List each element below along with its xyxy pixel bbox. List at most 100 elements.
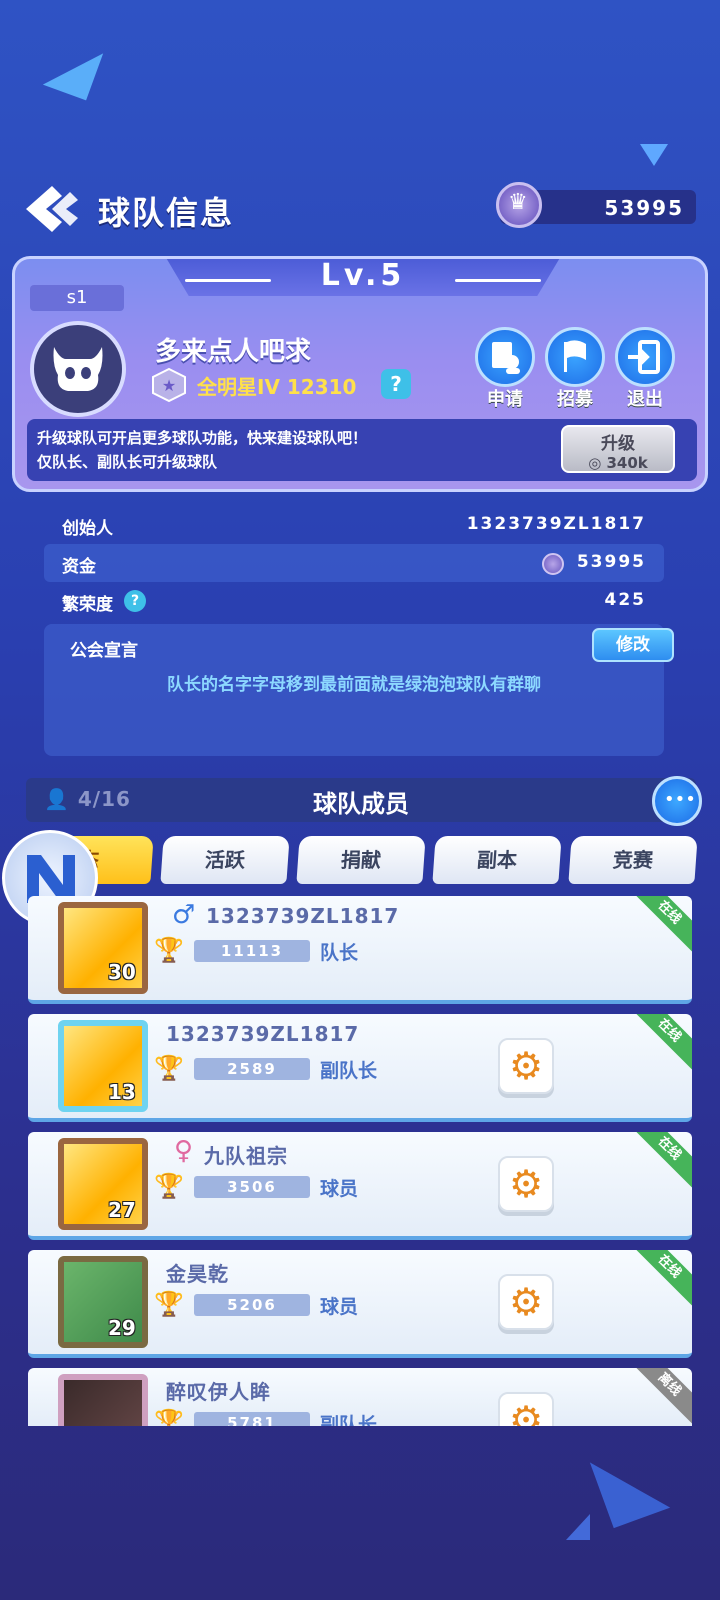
apply-icon bbox=[492, 342, 520, 374]
announcement-panel: 公会宣言 修改 队长的名字字母移到最前面就是绿泡泡球队有群聊 bbox=[44, 624, 674, 756]
member-level: 13 bbox=[108, 1080, 136, 1104]
member-name: 1323739ZL1817 bbox=[206, 904, 400, 928]
prosperity-label: 繁荣度 bbox=[62, 595, 113, 615]
exit-icon bbox=[628, 340, 660, 374]
tab-donation[interactable]: 捐献 bbox=[296, 836, 426, 884]
currency-display: 53995 bbox=[496, 182, 696, 228]
members-title: 球队成员 bbox=[313, 790, 409, 818]
upgrade-cost: ◎ 340k bbox=[588, 454, 648, 472]
members-header: 👤 4/16 球队成员 bbox=[26, 778, 696, 822]
member-name: 醉叹伊人眸 bbox=[166, 1380, 271, 1404]
apply-label: 申请 bbox=[487, 389, 523, 410]
announcement-text: 队长的名字字母移到最前面就是绿泡泡球队有群聊 bbox=[167, 675, 541, 695]
member-role: 球员 bbox=[320, 1178, 359, 1200]
funds-label: 资金 bbox=[62, 557, 96, 577]
member-level: 27 bbox=[108, 1198, 136, 1222]
back-button[interactable] bbox=[22, 182, 84, 236]
decor-triangle bbox=[42, 37, 104, 101]
team-rank: 全明星IV 12310 bbox=[197, 375, 357, 399]
rank-badge-icon: ★ bbox=[149, 367, 189, 403]
trophy-icon: 🏆 bbox=[154, 1290, 184, 1318]
gear-icon[interactable]: ⚙ bbox=[498, 1392, 554, 1426]
team-info-card: Lv.5 s1 多来点人吧求 ★ 全明星IV 12310 ? 申请 招募 退出 … bbox=[12, 256, 708, 492]
recruit-button[interactable] bbox=[545, 327, 605, 387]
tab-competition[interactable]: 竞赛 bbox=[568, 836, 698, 884]
prosperity-row: 繁荣度 ? 425 bbox=[44, 582, 664, 620]
founder-label: 创始人 bbox=[62, 519, 113, 539]
announcement-title: 公会宣言 bbox=[70, 641, 138, 661]
chat-button[interactable] bbox=[652, 776, 702, 826]
founder-row: 创始人 1323739ZL1817 bbox=[44, 506, 664, 544]
team-name: 多来点人吧求 bbox=[155, 337, 312, 367]
founder-value: 1323739ZL1817 bbox=[466, 514, 646, 534]
decor-triangle bbox=[640, 144, 668, 166]
status-badge: 在线 bbox=[629, 1250, 692, 1307]
member-score: 2589 bbox=[194, 1058, 310, 1080]
svg-text:★: ★ bbox=[162, 376, 176, 395]
funds-value: 53995 bbox=[576, 552, 646, 572]
gear-icon[interactable]: ⚙ bbox=[498, 1038, 554, 1094]
status-badge: 在线 bbox=[629, 1014, 692, 1071]
male-icon: ♂ bbox=[172, 900, 196, 930]
team-avatar bbox=[30, 321, 126, 417]
trophy-icon: 🏆 bbox=[154, 1408, 184, 1426]
member-score: 11113 bbox=[194, 940, 310, 962]
upgrade-button[interactable]: 升级 ◎ 340k bbox=[561, 425, 675, 473]
member-score: 5206 bbox=[194, 1294, 310, 1316]
edit-announcement-button[interactable]: 修改 bbox=[592, 628, 674, 662]
crown-coin-icon bbox=[542, 553, 564, 575]
status-badge: 在线 bbox=[629, 896, 692, 953]
recruit-label: 招募 bbox=[557, 389, 593, 410]
team-level: Lv.5 bbox=[320, 258, 406, 293]
member-role: 副队长 bbox=[320, 1060, 378, 1082]
member-score: 5781 bbox=[194, 1412, 310, 1426]
banner-line bbox=[455, 279, 541, 282]
status-badge: 在线 bbox=[629, 1132, 692, 1189]
member-role: 球员 bbox=[320, 1296, 359, 1318]
prosperity-help-icon[interactable]: ? bbox=[124, 590, 146, 612]
upgrade-button-label: 升级 bbox=[601, 434, 635, 454]
member-row[interactable]: 醉叹伊人眸 🏆 5781 副队长 ⚙ 离线 bbox=[28, 1368, 692, 1426]
member-row[interactable]: 30 ♂ 1323739ZL1817 🏆 11113 队长 在线 bbox=[28, 896, 692, 1004]
member-name: 1323739ZL1817 bbox=[166, 1022, 360, 1046]
member-level: 30 bbox=[108, 960, 136, 984]
tab-dungeon[interactable]: 副本 bbox=[432, 836, 562, 884]
gear-icon[interactable]: ⚙ bbox=[498, 1274, 554, 1330]
crown-coin-icon bbox=[496, 182, 542, 228]
upgrade-hint-1: 升级球队可开启更多球队功能，快来建设球队吧！ bbox=[37, 429, 368, 447]
exit-label: 退出 bbox=[627, 389, 663, 410]
member-name: 九队祖宗 bbox=[204, 1144, 288, 1168]
decor-triangle bbox=[589, 1441, 671, 1529]
member-row[interactable]: 29 金昊乾 🏆 5206 球员 ⚙ 在线 bbox=[28, 1250, 692, 1358]
decor-triangle bbox=[566, 1514, 590, 1540]
member-role: 副队长 bbox=[320, 1414, 378, 1426]
member-score: 3506 bbox=[194, 1176, 310, 1198]
header-bar: 球队信息 53995 bbox=[0, 180, 720, 240]
tab-active[interactable]: 活跃 bbox=[160, 836, 290, 884]
rank-help-icon[interactable]: ? bbox=[381, 369, 411, 399]
member-level: 29 bbox=[108, 1316, 136, 1340]
female-icon: ♀ bbox=[174, 1136, 194, 1166]
banner-line bbox=[185, 279, 271, 282]
member-role: 队长 bbox=[320, 942, 359, 964]
page-title: 球队信息 bbox=[98, 194, 235, 232]
prosperity-value: 425 bbox=[604, 590, 646, 610]
trophy-icon: 🏆 bbox=[154, 1172, 184, 1200]
monster-emblem-icon bbox=[53, 347, 103, 391]
member-row[interactable]: 27 ♀ 九队祖宗 🏆 3506 球员 ⚙ 在线 bbox=[28, 1132, 692, 1240]
server-badge: s1 bbox=[30, 285, 124, 311]
trophy-icon: 🏆 bbox=[154, 1054, 184, 1082]
member-name: 金昊乾 bbox=[166, 1262, 229, 1286]
trophy-icon: 🏆 bbox=[154, 936, 184, 964]
upgrade-hint-2: 仅队长、副队长可升级球队 bbox=[37, 453, 218, 471]
upgrade-cost-value: 340k bbox=[606, 454, 648, 472]
apply-button[interactable] bbox=[475, 327, 535, 387]
upgrade-panel: 升级球队可开启更多球队功能，快来建设球队吧！ 仅队长、副队长可升级球队 升级 ◎… bbox=[27, 419, 697, 481]
gear-icon[interactable]: ⚙ bbox=[498, 1156, 554, 1212]
member-row[interactable]: 13 1323739ZL1817 🏆 2589 副队长 ⚙ 在线 bbox=[28, 1014, 692, 1122]
funds-row: 资金 53995 bbox=[44, 544, 664, 582]
member-avatar bbox=[58, 1374, 148, 1426]
status-badge: 离线 bbox=[629, 1368, 692, 1425]
exit-button[interactable] bbox=[615, 327, 675, 387]
currency-value: 53995 bbox=[604, 196, 684, 220]
